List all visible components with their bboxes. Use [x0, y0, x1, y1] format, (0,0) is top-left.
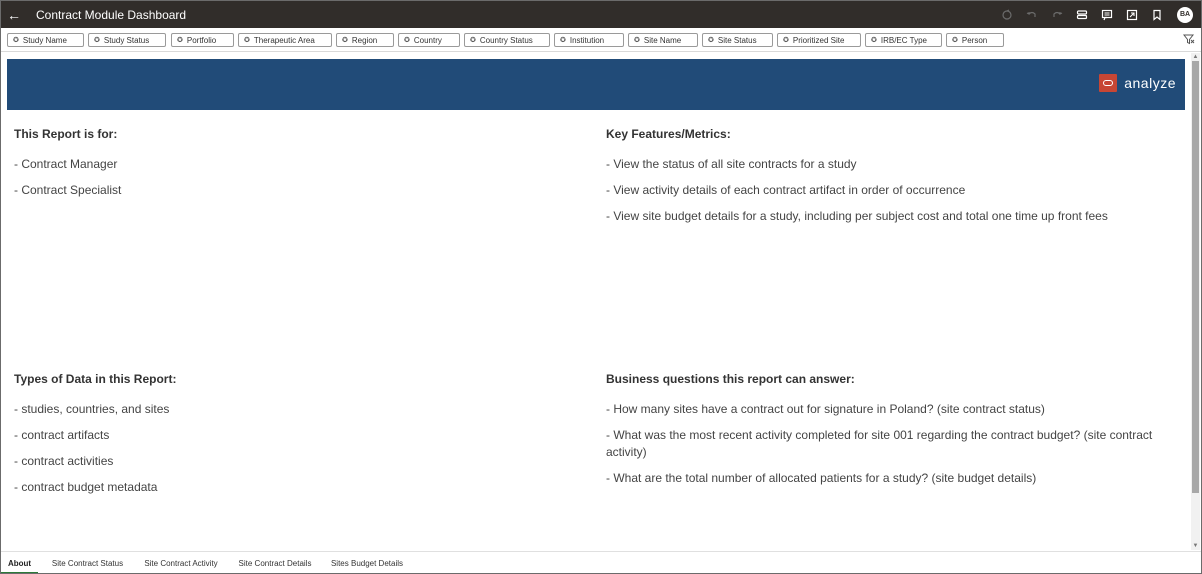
- toolbar-icons: BA: [994, 1, 1193, 28]
- redo-icon[interactable]: [1044, 1, 1069, 28]
- filter-label: Site Name: [643, 35, 682, 45]
- filter-institution[interactable]: ✪ Institution: [554, 33, 624, 47]
- filter-label: Region: [351, 35, 378, 45]
- filter-site-name[interactable]: ✪ Site Name: [628, 33, 698, 47]
- list-item: - studies, countries, and sites: [14, 402, 170, 416]
- filter-label: Prioritized Site: [792, 35, 845, 45]
- section-heading: Business questions this report can answe…: [606, 372, 855, 386]
- data-sources-icon[interactable]: [1069, 1, 1094, 28]
- pin-icon: ✪: [342, 37, 348, 44]
- pin-icon: ✪: [783, 37, 789, 44]
- filter-bar: ✪ Study Name ✪ Study Status ✪ Portfolio ✪ Th…: [1, 28, 1201, 52]
- filter-irb-ec-type[interactable]: ✪ IRB/EC Type: [865, 33, 942, 47]
- list-item: - contract artifacts: [14, 428, 110, 442]
- tab-sites-budget-details[interactable]: Sites Budget Details: [325, 552, 409, 573]
- report-canvas: analyze This Report is for: - Contract M…: [1, 53, 1191, 550]
- tab-site-contract-details[interactable]: Site Contract Details: [233, 552, 317, 573]
- tab-about[interactable]: About: [1, 552, 38, 573]
- present-icon[interactable]: [1119, 1, 1144, 28]
- section-heading: Types of Data in this Report:: [14, 372, 177, 386]
- bookmark-icon[interactable]: [1144, 1, 1169, 28]
- pin-icon: ✪: [404, 37, 410, 44]
- filter-country-status[interactable]: ✪ Country Status: [464, 33, 550, 47]
- filter-prioritized-site[interactable]: ✪ Prioritized Site: [777, 33, 861, 47]
- list-item: - contract activities: [14, 454, 114, 468]
- tab-label: Sites Budget Details: [330, 558, 404, 568]
- filter-clear-icon[interactable]: [1183, 33, 1195, 45]
- filter-label: Study Status: [103, 35, 150, 45]
- scroll-up-icon[interactable]: ▲: [1191, 53, 1200, 61]
- scroll-down-icon[interactable]: ▼: [1191, 542, 1200, 550]
- analyze-brand: analyze: [1099, 74, 1176, 92]
- tab-site-contract-activity[interactable]: Site Contract Activity: [137, 552, 225, 573]
- list-item: - View the status of all site contracts …: [606, 157, 857, 171]
- data-types-section: Types of Data in this Report: - studies,…: [14, 372, 574, 505]
- business-questions-section: Business questions this report can answe…: [606, 372, 1176, 496]
- oracle-logo-icon: [1099, 74, 1118, 92]
- vertical-scrollbar[interactable]: ▲ ▼: [1191, 53, 1200, 550]
- list-item: - What are the total number of allocated…: [606, 471, 1037, 485]
- pin-icon: ✪: [560, 37, 566, 44]
- pin-icon: ✪: [470, 37, 476, 44]
- filter-portfolio[interactable]: ✪ Portfolio: [171, 33, 234, 47]
- undo-icon[interactable]: [1019, 1, 1044, 28]
- list-item: - View site budget details for a study, …: [606, 209, 1108, 223]
- tab-site-contract-status[interactable]: Site Contract Status: [46, 552, 129, 573]
- section-heading: This Report is for:: [14, 127, 118, 141]
- filter-study-name[interactable]: ✪ Study Name: [7, 33, 84, 47]
- pin-icon: ✪: [871, 37, 877, 44]
- report-audience-section: This Report is for: - Contract Manager -…: [14, 127, 574, 208]
- list-item: - View activity details of each contract…: [606, 183, 966, 197]
- filter-label: Country Status: [479, 35, 533, 45]
- filter-label: Person: [961, 35, 988, 45]
- back-arrow-icon[interactable]: ←: [3, 1, 25, 28]
- section-heading: Key Features/Metrics:: [606, 127, 731, 141]
- refresh-icon[interactable]: [994, 1, 1019, 28]
- filter-label: Portfolio: [186, 35, 217, 45]
- pin-icon: ✪: [634, 37, 640, 44]
- scroll-thumb[interactable]: [1192, 61, 1199, 493]
- pin-icon: ✪: [177, 37, 183, 44]
- list-item: - How many sites have a contract out for…: [606, 402, 1045, 416]
- tab-label: Site Contract Activity: [144, 558, 218, 568]
- filter-country[interactable]: ✪ Country: [398, 33, 460, 47]
- tab-label: About: [7, 558, 32, 568]
- filter-label: Therapeutic Area: [253, 35, 315, 45]
- filter-label: Study Name: [22, 35, 67, 45]
- filter-label: IRB/EC Type: [880, 35, 927, 45]
- canvas-tab-bar: About Site Contract Status Site Contract…: [1, 551, 1201, 573]
- dashboard-window: ← Contract Module Dashboard BA ✪ Study N…: [0, 0, 1202, 574]
- filter-site-status[interactable]: ✪ Site Status: [702, 33, 773, 47]
- page-title: Contract Module Dashboard: [36, 7, 187, 22]
- filter-study-status[interactable]: ✪ Study Status: [88, 33, 166, 47]
- pin-icon: ✪: [244, 37, 250, 44]
- list-item: - Contract Manager: [14, 157, 118, 171]
- analyze-banner: analyze: [7, 59, 1185, 110]
- list-item: - Contract Specialist: [14, 183, 122, 197]
- avatar[interactable]: BA: [1177, 6, 1193, 23]
- filter-label: Country: [413, 35, 442, 45]
- tab-label: Site Contract Details: [238, 558, 312, 568]
- filter-region[interactable]: ✪ Region: [336, 33, 394, 47]
- pin-icon: ✪: [94, 37, 100, 44]
- list-item: - What was the most recent activity comp…: [606, 428, 1153, 459]
- filter-label: Institution: [569, 35, 605, 45]
- pin-icon: ✪: [708, 37, 714, 44]
- title-bar: ← Contract Module Dashboard BA: [1, 1, 1201, 28]
- pin-icon: ✪: [13, 37, 19, 44]
- tab-label: Site Contract Status: [51, 558, 124, 568]
- comments-icon[interactable]: [1094, 1, 1119, 28]
- brand-text: analyze: [1124, 75, 1176, 91]
- filter-therapeutic-area[interactable]: ✪ Therapeutic Area: [238, 33, 332, 47]
- pin-icon: ✪: [952, 37, 958, 44]
- filter-person[interactable]: ✪ Person: [946, 33, 1004, 47]
- list-item: - contract budget metadata: [14, 480, 158, 494]
- key-features-section: Key Features/Metrics: - View the status …: [606, 127, 1176, 234]
- filter-label: Site Status: [717, 35, 757, 45]
